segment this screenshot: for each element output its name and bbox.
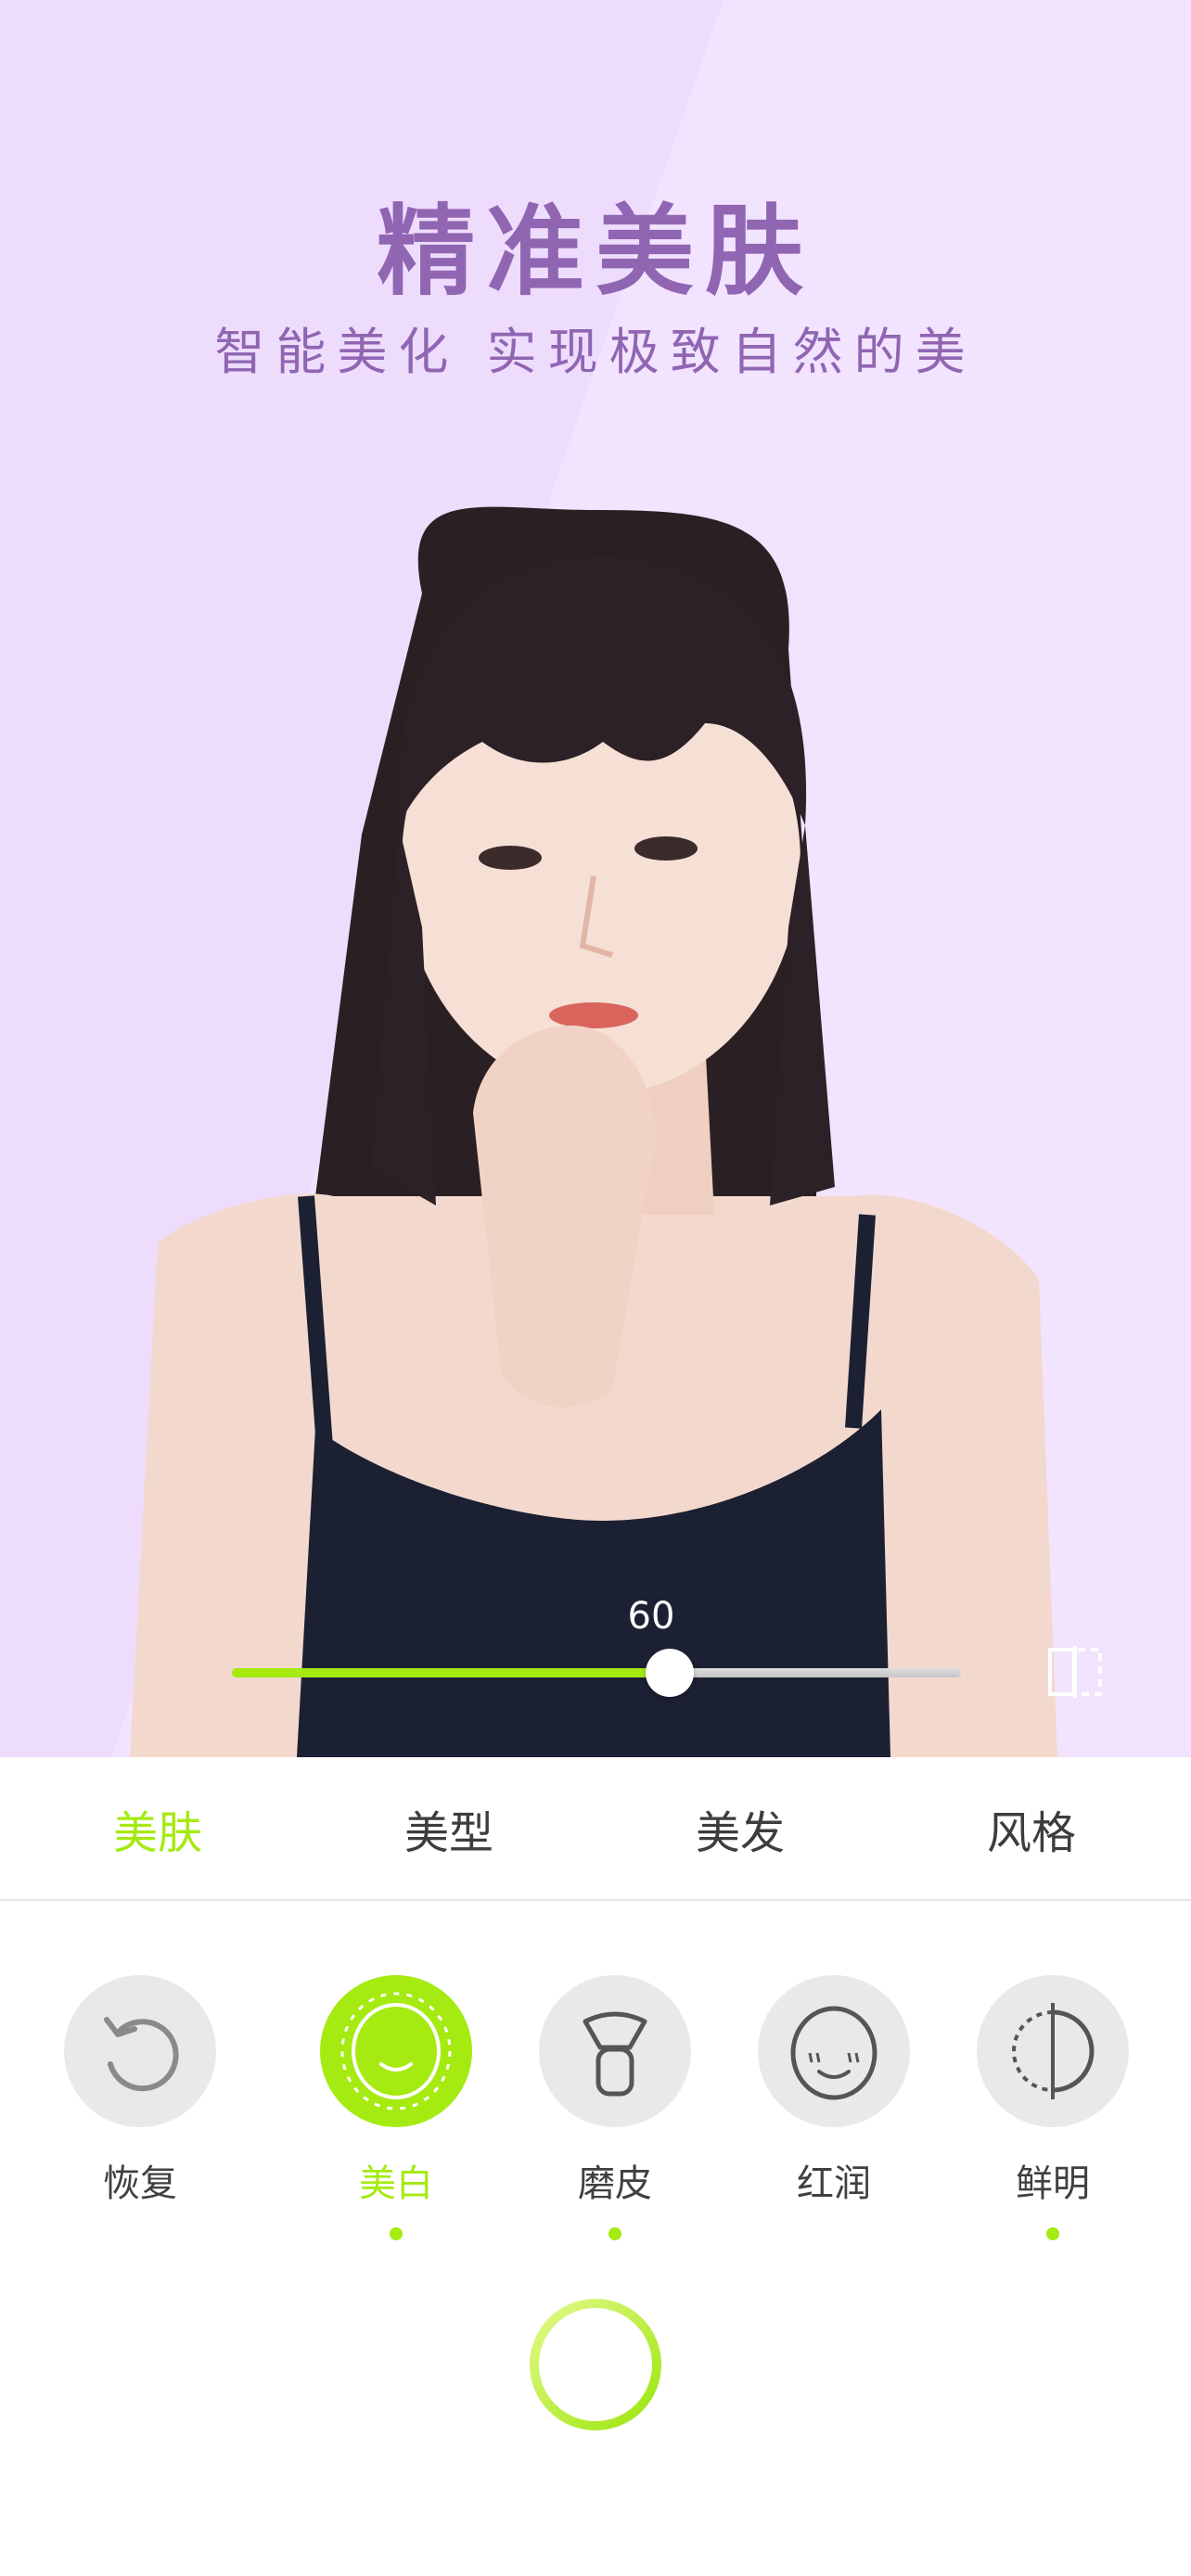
reset-button[interactable] <box>64 1975 216 2127</box>
blush-face-icon <box>790 2006 877 2100</box>
tool-label: 美白 <box>359 2162 433 2205</box>
tab-shape[interactable]: 美型 <box>356 1796 542 1861</box>
tool-label: 磨皮 <box>578 2162 652 2205</box>
preview-area: 精准美肤 智能美化 实现极致自然的美 60 <box>0 0 1191 1757</box>
tool-label: 红润 <box>797 2162 871 2205</box>
tab-style[interactable]: 风格 <box>939 1796 1124 1861</box>
tool-smooth[interactable]: 磨皮 <box>536 1975 694 2240</box>
compare-icon[interactable] <box>1046 1646 1104 1698</box>
reset-icon <box>104 2017 179 2092</box>
intensity-slider-thumb[interactable] <box>645 1649 694 1697</box>
vivid-button[interactable] <box>977 1975 1129 2127</box>
tool-vivid[interactable]: 鲜明 <box>974 1975 1132 2240</box>
modified-indicator <box>1046 2227 1059 2240</box>
modified-indicator <box>608 2227 621 2240</box>
modified-indicator <box>390 2227 403 2240</box>
tab-hair[interactable]: 美发 <box>647 1796 833 1861</box>
intensity-slider-fill <box>232 1668 670 1677</box>
tool-whiten[interactable]: 美白 <box>317 1975 475 2240</box>
rosy-button[interactable] <box>758 1975 910 2127</box>
beauty-tools: 恢复 美白 磨皮 红润 鲜明 <box>0 1975 1191 2253</box>
smooth-button[interactable] <box>539 1975 691 2127</box>
whiten-face-icon <box>340 1992 452 2111</box>
portrait-photo <box>130 506 1057 1757</box>
tool-label: 鲜明 <box>1016 2162 1090 2205</box>
tool-label: 恢复 <box>103 2162 177 2205</box>
brush-icon <box>583 2011 647 2097</box>
tab-skin[interactable]: 美肤 <box>65 1796 250 1861</box>
slider-value-label: 60 <box>627 1595 675 1638</box>
category-tabs: 美肤 美型 美发 风格 <box>0 1757 1191 1901</box>
contrast-icon <box>1012 2003 1095 2099</box>
tool-reset[interactable]: 恢复 <box>61 1975 219 2207</box>
shutter-ring-icon[interactable] <box>528 2297 663 2432</box>
tool-rosy[interactable]: 红润 <box>755 1975 913 2207</box>
whiten-button[interactable] <box>320 1975 472 2127</box>
